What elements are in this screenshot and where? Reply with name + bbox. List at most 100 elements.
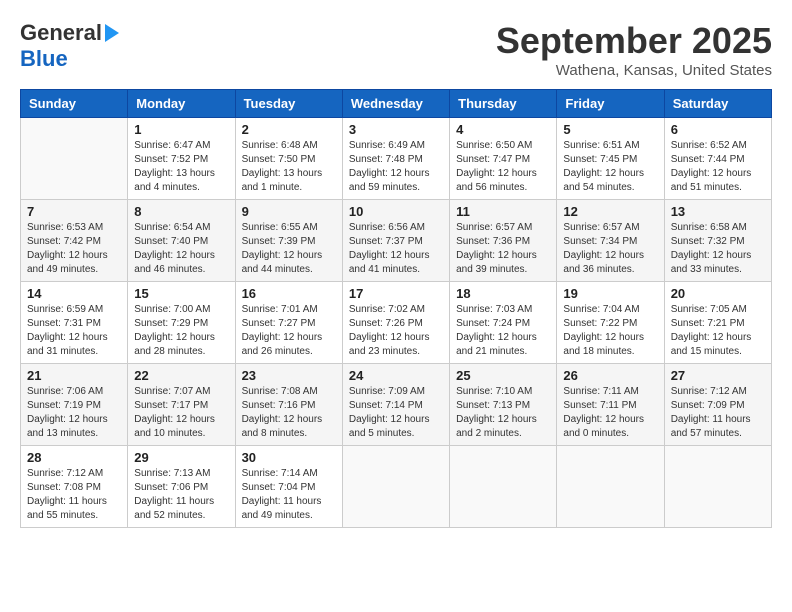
day-info: Sunrise: 7:10 AM Sunset: 7:13 PM Dayligh… <box>456 385 550 441</box>
calendar-week-row: 1 Sunrise: 6:47 AM Sunset: 7:52 PM Daylig… <box>21 118 772 200</box>
day-info: Sunrise: 6:53 AM Sunset: 7:42 PM Dayligh… <box>27 221 121 277</box>
day-info: Sunrise: 7:13 AM Sunset: 7:06 PM Dayligh… <box>134 467 228 523</box>
day-number: 20 <box>671 286 765 301</box>
day-number: 19 <box>563 286 657 301</box>
logo-arrow-icon <box>105 24 119 42</box>
weekday-header-friday: Friday <box>557 90 664 118</box>
day-info: Sunrise: 7:14 AM Sunset: 7:04 PM Dayligh… <box>242 467 336 523</box>
calendar-cell: 3Sunrise: 6:49 AM Sunset: 7:48 PM Daylig… <box>342 118 449 200</box>
calendar-cell <box>342 446 449 528</box>
calendar-week-row: 7 Sunrise: 6:53 AM Sunset: 7:42 PM Daylig… <box>21 200 772 282</box>
day-info: Sunrise: 6:52 AM Sunset: 7:44 PM Dayligh… <box>671 139 765 195</box>
month-title: September 2025 <box>496 20 772 62</box>
calendar-cell: 6 Sunrise: 6:52 AM Sunset: 7:44 PM Daylig… <box>664 118 771 200</box>
day-number: 8 <box>134 204 228 219</box>
weekday-header-thursday: Thursday <box>450 90 557 118</box>
day-info: Sunrise: 7:03 AM Sunset: 7:24 PM Dayligh… <box>456 303 550 359</box>
day-number: 6 <box>671 122 765 137</box>
day-number: 22 <box>134 368 228 383</box>
day-number: 30 <box>242 450 336 465</box>
day-info: Sunrise: 7:07 AM Sunset: 7:17 PM Dayligh… <box>134 385 228 441</box>
calendar-cell <box>557 446 664 528</box>
title-block: September 2025 Wathena, Kansas, United S… <box>496 20 772 79</box>
day-number: 26 <box>563 368 657 383</box>
day-info: Sunrise: 7:09 AM Sunset: 7:14 PM Dayligh… <box>349 385 443 441</box>
day-number: 29 <box>134 450 228 465</box>
calendar-cell: 9Sunrise: 6:55 AM Sunset: 7:39 PM Daylig… <box>235 200 342 282</box>
day-info: Sunrise: 6:49 AM Sunset: 7:48 PM Dayligh… <box>349 139 443 195</box>
weekday-header-sunday: Sunday <box>21 90 128 118</box>
logo-general-text: General <box>20 20 102 46</box>
day-info: Sunrise: 7:05 AM Sunset: 7:21 PM Dayligh… <box>671 303 765 359</box>
location-subtitle: Wathena, Kansas, United States <box>496 62 772 79</box>
day-number: 28 <box>27 450 121 465</box>
calendar-cell: 8 Sunrise: 6:54 AM Sunset: 7:40 PM Daylig… <box>128 200 235 282</box>
day-number: 1 <box>134 122 228 137</box>
day-info: Sunrise: 7:01 AM Sunset: 7:27 PM Dayligh… <box>242 303 336 359</box>
calendar-cell: 13 Sunrise: 6:58 AM Sunset: 7:32 PM Dayli… <box>664 200 771 282</box>
calendar-cell: 28Sunrise: 7:12 AM Sunset: 7:08 PM Dayli… <box>21 446 128 528</box>
day-info: Sunrise: 7:11 AM Sunset: 7:11 PM Dayligh… <box>563 385 657 441</box>
day-info: Sunrise: 7:12 AM Sunset: 7:09 PM Dayligh… <box>671 385 765 441</box>
day-info: Sunrise: 6:58 AM Sunset: 7:32 PM Dayligh… <box>671 221 765 277</box>
weekday-header-monday: Monday <box>128 90 235 118</box>
day-number: 4 <box>456 122 550 137</box>
day-number: 11 <box>456 204 550 219</box>
day-number: 5 <box>563 122 657 137</box>
calendar-table: SundayMondayTuesdayWednesdayThursdayFrid… <box>20 89 772 528</box>
logo: General Blue <box>20 20 119 72</box>
calendar-cell: 7 Sunrise: 6:53 AM Sunset: 7:42 PM Daylig… <box>21 200 128 282</box>
weekday-header-tuesday: Tuesday <box>235 90 342 118</box>
calendar-cell: 12 Sunrise: 6:57 AM Sunset: 7:34 PM Dayli… <box>557 200 664 282</box>
weekday-header-saturday: Saturday <box>664 90 771 118</box>
calendar-cell: 18 Sunrise: 7:03 AM Sunset: 7:24 PM Dayli… <box>450 282 557 364</box>
calendar-cell: 27 Sunrise: 7:12 AM Sunset: 7:09 PM Dayli… <box>664 364 771 446</box>
day-info: Sunrise: 7:06 AM Sunset: 7:19 PM Dayligh… <box>27 385 121 441</box>
calendar-cell: 10 Sunrise: 6:56 AM Sunset: 7:37 PM Dayli… <box>342 200 449 282</box>
day-number: 21 <box>27 368 121 383</box>
calendar-cell: 17Sunrise: 7:02 AM Sunset: 7:26 PM Dayli… <box>342 282 449 364</box>
day-number: 2 <box>242 122 336 137</box>
day-number: 10 <box>349 204 443 219</box>
calendar-cell: 29 Sunrise: 7:13 AM Sunset: 7:06 PM Dayli… <box>128 446 235 528</box>
calendar-cell <box>450 446 557 528</box>
day-info: Sunrise: 6:57 AM Sunset: 7:36 PM Dayligh… <box>456 221 550 277</box>
weekday-header-wednesday: Wednesday <box>342 90 449 118</box>
calendar-cell: 15 Sunrise: 7:00 AM Sunset: 7:29 PM Dayli… <box>128 282 235 364</box>
day-info: Sunrise: 6:50 AM Sunset: 7:47 PM Dayligh… <box>456 139 550 195</box>
day-number: 23 <box>242 368 336 383</box>
day-number: 12 <box>563 204 657 219</box>
calendar-header-row: SundayMondayTuesdayWednesdayThursdayFrid… <box>21 90 772 118</box>
day-info: Sunrise: 6:56 AM Sunset: 7:37 PM Dayligh… <box>349 221 443 277</box>
day-info: Sunrise: 6:57 AM Sunset: 7:34 PM Dayligh… <box>563 221 657 277</box>
calendar-cell: 30 Sunrise: 7:14 AM Sunset: 7:04 PM Dayli… <box>235 446 342 528</box>
day-info: Sunrise: 7:00 AM Sunset: 7:29 PM Dayligh… <box>134 303 228 359</box>
day-number: 7 <box>27 204 121 219</box>
day-info: Sunrise: 6:54 AM Sunset: 7:40 PM Dayligh… <box>134 221 228 277</box>
calendar-cell: 19 Sunrise: 7:04 AM Sunset: 7:22 PM Dayli… <box>557 282 664 364</box>
calendar-cell: 23 Sunrise: 7:08 AM Sunset: 7:16 PM Dayli… <box>235 364 342 446</box>
calendar-cell: 26 Sunrise: 7:11 AM Sunset: 7:11 PM Dayli… <box>557 364 664 446</box>
logo-blue-text: Blue <box>20 46 68 72</box>
day-number: 27 <box>671 368 765 383</box>
day-number: 16 <box>242 286 336 301</box>
day-number: 13 <box>671 204 765 219</box>
day-info: Sunrise: 7:04 AM Sunset: 7:22 PM Dayligh… <box>563 303 657 359</box>
day-info: Sunrise: 6:48 AM Sunset: 7:50 PM Dayligh… <box>242 139 336 195</box>
day-number: 15 <box>134 286 228 301</box>
day-number: 14 <box>27 286 121 301</box>
day-number: 24 <box>349 368 443 383</box>
page-header: General Blue September 2025 Wathena, Kan… <box>20 20 772 79</box>
calendar-cell: 24 Sunrise: 7:09 AM Sunset: 7:14 PM Dayli… <box>342 364 449 446</box>
calendar-cell: 20 Sunrise: 7:05 AM Sunset: 7:21 PM Dayli… <box>664 282 771 364</box>
calendar-week-row: 21 Sunrise: 7:06 AM Sunset: 7:19 PM Dayli… <box>21 364 772 446</box>
calendar-cell: 25Sunrise: 7:10 AM Sunset: 7:13 PM Dayli… <box>450 364 557 446</box>
day-number: 18 <box>456 286 550 301</box>
calendar-cell: 2 Sunrise: 6:48 AM Sunset: 7:50 PM Daylig… <box>235 118 342 200</box>
calendar-cell: 22 Sunrise: 7:07 AM Sunset: 7:17 PM Dayli… <box>128 364 235 446</box>
day-info: Sunrise: 6:47 AM Sunset: 7:52 PM Dayligh… <box>134 139 228 195</box>
calendar-cell: 16 Sunrise: 7:01 AM Sunset: 7:27 PM Dayli… <box>235 282 342 364</box>
day-info: Sunrise: 7:08 AM Sunset: 7:16 PM Dayligh… <box>242 385 336 441</box>
calendar-cell <box>21 118 128 200</box>
day-number: 17 <box>349 286 443 301</box>
